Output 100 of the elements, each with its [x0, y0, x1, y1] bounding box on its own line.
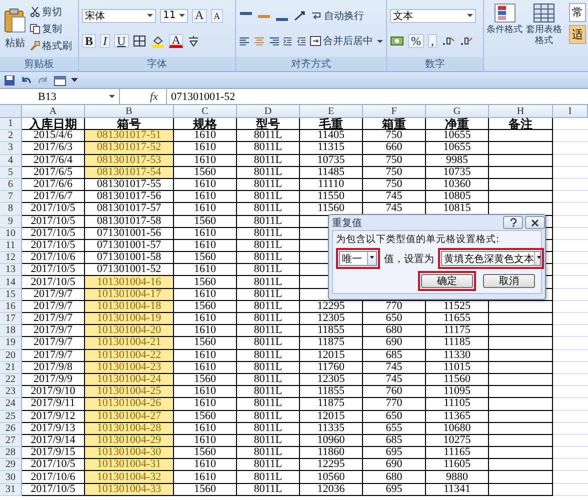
font-color-button[interactable]: A: [168, 34, 184, 48]
dropdown-icon[interactable]: [71, 77, 78, 83]
table-cell: 101301004-16: [85, 276, 174, 289]
row-header[interactable]: 23: [0, 386, 22, 398]
border-icon[interactable]: [132, 35, 147, 48]
indent-icon[interactable]: [296, 35, 306, 48]
dialog-button[interactable]: 取消: [483, 274, 535, 288]
decrease-decimal-icon[interactable]: [459, 35, 473, 48]
font-style-button[interactable]: B: [82, 34, 96, 48]
function-label[interactable]: fx: [150, 90, 158, 102]
row-header[interactable]: 9: [0, 216, 22, 228]
column-header[interactable]: F: [363, 105, 426, 118]
copy-icon: [30, 24, 40, 34]
column-header[interactable]: B: [85, 105, 174, 118]
column-header[interactable]: H: [489, 105, 553, 118]
cell-style-swatch[interactable]: 适: [569, 25, 586, 44]
font-name-field[interactable]: 宋体: [82, 8, 156, 23]
name-box[interactable]: B13: [0, 89, 120, 104]
setting-label: 值，设置为: [384, 252, 434, 266]
formula-field[interactable]: 071301001-52: [166, 89, 588, 104]
clipboard-item-button[interactable]: 格式刷: [30, 38, 72, 52]
currency-icon[interactable]: [390, 35, 404, 48]
row-header[interactable]: 27: [0, 434, 22, 448]
row-header[interactable]: 26: [0, 422, 22, 435]
indent-icon[interactable]: [283, 35, 293, 48]
table-cell: 11315: [300, 142, 363, 155]
save-icon[interactable]: [4, 74, 15, 86]
close-button[interactable]: [525, 216, 545, 229]
column-header[interactable]: I: [553, 105, 588, 118]
format-as-table-button[interactable]: 套用表格格式: [525, 3, 563, 47]
rule-select[interactable]: 唯一: [339, 251, 377, 266]
paste-button[interactable]: 粘贴: [3, 3, 27, 54]
format-select[interactable]: 黄填充色深黄色文本: [441, 251, 541, 266]
row-header[interactable]: 18: [0, 325, 22, 338]
row-header[interactable]: 4: [0, 154, 22, 167]
calendar-icon[interactable]: [54, 74, 66, 86]
row-header[interactable]: 2: [0, 130, 22, 142]
row-header[interactable]: 15: [0, 288, 22, 301]
comma-style-button[interactable]: ,: [428, 34, 437, 48]
horizontal-align-icon[interactable]: [239, 35, 250, 48]
row-header[interactable]: 19: [0, 337, 22, 350]
column-header[interactable]: A: [22, 105, 85, 118]
row-header[interactable]: 24: [0, 398, 22, 410]
row-header[interactable]: 8: [0, 203, 22, 216]
fill-color-icon[interactable]: [150, 34, 165, 48]
grow-font-button[interactable]: A: [192, 8, 207, 23]
row-header[interactable]: 20: [0, 350, 22, 362]
number-format-field[interactable]: 文本: [390, 8, 476, 23]
shrink-font-button[interactable]: A: [210, 8, 224, 23]
row-header[interactable]: 28: [0, 447, 22, 460]
clipboard-item-button[interactable]: 剪切: [30, 4, 72, 18]
undo-icon[interactable]: [20, 74, 32, 86]
row-header[interactable]: 12: [0, 252, 22, 264]
column-header[interactable]: G: [426, 105, 489, 118]
clipboard-item-button[interactable]: 复制: [30, 22, 72, 36]
table-cell: 8011L: [237, 350, 300, 362]
font-size-field[interactable]: 11: [160, 8, 188, 23]
row-header[interactable]: 30: [0, 471, 22, 484]
percent-button[interactable]: %: [408, 34, 424, 48]
table-cell: 8011L: [237, 434, 300, 448]
table-cell: 101301004-28: [85, 422, 174, 435]
table-cell: 1610: [174, 130, 237, 142]
row-header[interactable]: 25: [0, 410, 22, 423]
row-header[interactable]: 3: [0, 142, 22, 155]
text-angle-icon[interactable]: [293, 10, 307, 22]
column-header[interactable]: D: [237, 105, 300, 118]
wrap-text-button[interactable]: 自动换行: [311, 8, 364, 23]
table-cell: 750: [363, 166, 426, 179]
help-button[interactable]: [503, 216, 523, 229]
row-header[interactable]: 13: [0, 264, 22, 276]
cell-style-swatch[interactable]: 常: [569, 3, 586, 22]
table-cell: 1610: [174, 313, 237, 326]
font-style-button[interactable]: U: [114, 34, 129, 48]
dialog-button[interactable]: 确定: [421, 274, 473, 288]
row-header[interactable]: 6: [0, 178, 22, 192]
row-header[interactable]: 22: [0, 374, 22, 386]
phonetic-icon[interactable]: [187, 35, 200, 48]
row-header[interactable]: 17: [0, 313, 22, 326]
merge-center-button[interactable]: 合并后居中: [310, 34, 383, 48]
row-header[interactable]: 7: [0, 191, 22, 204]
table-cell: 745: [363, 362, 426, 374]
row-header[interactable]: 5: [0, 166, 22, 179]
row-header[interactable]: 11: [0, 240, 22, 252]
table-cell: 10680: [426, 422, 489, 435]
column-header[interactable]: C: [174, 105, 237, 118]
row-header[interactable]: 31: [0, 484, 22, 496]
row-header[interactable]: 16: [0, 300, 22, 313]
increase-decimal-icon[interactable]: [441, 35, 455, 48]
column-header[interactable]: E: [300, 105, 363, 118]
row-header[interactable]: 29: [0, 459, 22, 472]
row-header[interactable]: 21: [0, 362, 22, 374]
table-cell: 690: [363, 459, 426, 472]
row-header[interactable]: 14: [0, 276, 22, 289]
table-cell: 8011L: [237, 374, 300, 386]
horizontal-align-icon[interactable]: [268, 35, 280, 48]
row-header[interactable]: 1: [0, 118, 22, 130]
row-header[interactable]: 10: [0, 228, 22, 240]
conditional-format-button[interactable]: 条件格式: [486, 3, 523, 36]
font-style-button[interactable]: I: [100, 34, 110, 48]
empty-cell: [489, 447, 553, 460]
